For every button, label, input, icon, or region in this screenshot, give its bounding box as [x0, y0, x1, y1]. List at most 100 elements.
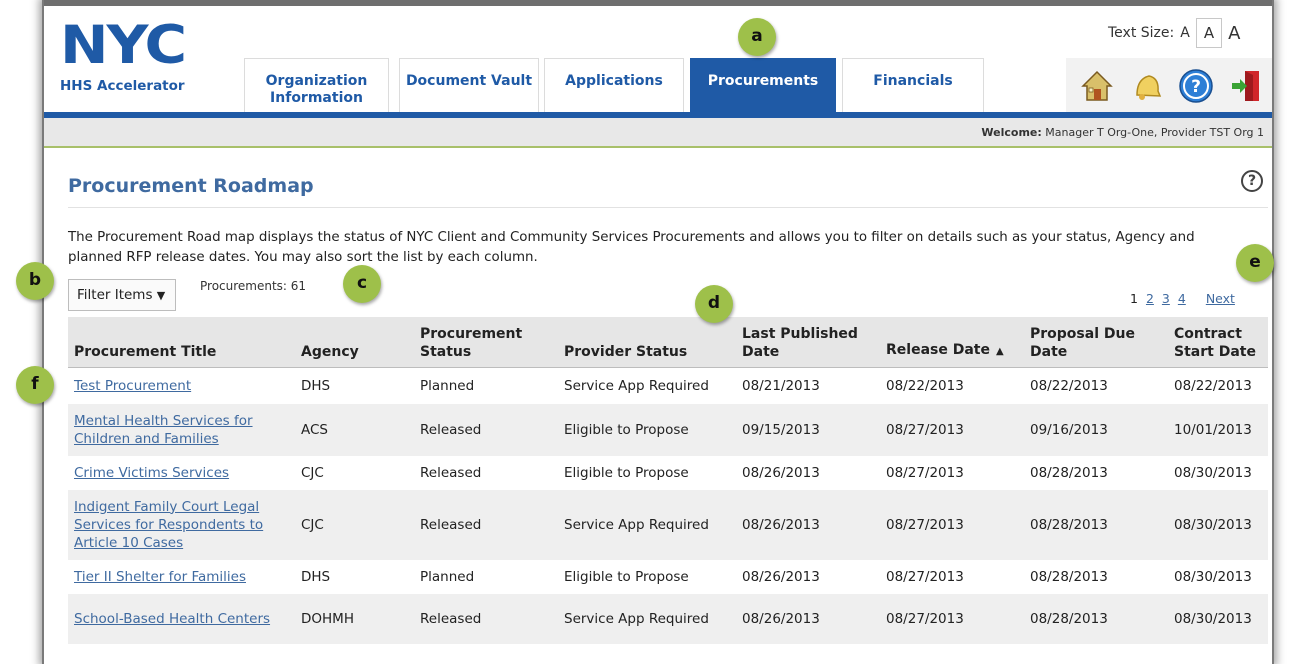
- cell-provider-status: Service App Required: [564, 377, 709, 394]
- cell-procurement-status: Released: [414, 593, 558, 644]
- cell-title: Test Procurement: [68, 368, 295, 404]
- cell-procurement-status: Planned: [420, 377, 475, 394]
- table-row: Mental Health Services for Children and …: [68, 403, 1268, 456]
- procurement-title-link[interactable]: School-Based Health Centers: [74, 611, 270, 627]
- cell-release-date: 08/27/2013: [880, 593, 1024, 644]
- cell-last-published: 09/15/2013: [736, 403, 880, 456]
- table-row: Indigent Family Court Legal Services for…: [68, 489, 1268, 560]
- table-header-row: Procurement Title Agency Procurement Sta…: [68, 317, 1268, 368]
- welcome-user: Manager T Org-One, Provider TST Org 1: [1045, 126, 1264, 139]
- next-page-link[interactable]: Next: [1206, 291, 1235, 306]
- procurement-title-link[interactable]: Mental Health Services for Children and …: [74, 413, 253, 447]
- cell-procurement-status: Released: [420, 464, 482, 481]
- cell-last-published: 08/26/2013: [736, 593, 880, 644]
- text-size-medium[interactable]: A: [1195, 18, 1223, 48]
- callout-f: f: [16, 366, 54, 404]
- cell-proposal-due: 08/22/2013: [1030, 377, 1108, 394]
- help-icon[interactable]: ?: [1176, 66, 1216, 106]
- page-link-4[interactable]: 4: [1178, 291, 1186, 306]
- welcome-label: Welcome:: [981, 126, 1042, 139]
- column-header-title[interactable]: Procurement Title: [68, 317, 295, 368]
- cell-provider-status: Eligible to Propose: [564, 568, 689, 585]
- cell-agency: CJC: [301, 464, 324, 481]
- cell-contract-start: 10/01/2013: [1168, 403, 1268, 456]
- cell-release-date: 08/27/2013: [886, 464, 964, 481]
- cell-proposal-due: 09/16/2013: [1024, 403, 1168, 456]
- cell-last-published: 08/21/2013: [742, 377, 820, 394]
- cell-last-published: 08/26/2013: [742, 464, 820, 481]
- cell-agency: CJC: [295, 489, 414, 560]
- procurement-title-link[interactable]: Tier II Shelter for Families: [74, 569, 246, 585]
- cell-proposal-due: 08/28/2013: [1030, 464, 1108, 481]
- page-title: Procurement Roadmap: [68, 175, 314, 197]
- cell-title: Crime Victims Services: [68, 456, 295, 490]
- cell-last-published: 08/26/2013: [742, 568, 820, 585]
- cell-proposal-due: 08/28/2013: [1024, 593, 1168, 644]
- callout-d: d: [695, 285, 733, 323]
- cell-provider-status: Eligible to Propose: [558, 403, 736, 456]
- cell-contract-start: 08/30/2013: [1168, 489, 1268, 560]
- sort-ascending-icon: ▲: [995, 346, 1004, 357]
- caret-down-icon: ▼: [156, 289, 166, 302]
- cell-procurement-status: Released: [414, 403, 558, 456]
- column-header-release-date[interactable]: Release Date ▲: [880, 317, 1024, 368]
- callout-b: b: [16, 262, 54, 300]
- page-help-icon[interactable]: ?: [1241, 170, 1263, 192]
- column-header-agency[interactable]: Agency: [295, 317, 414, 368]
- page-current: 1: [1130, 291, 1138, 306]
- logout-icon[interactable]: [1225, 66, 1265, 106]
- column-header-proposal-due[interactable]: Proposal Due Date: [1024, 317, 1168, 368]
- cell-title: Tier II Shelter for Families: [68, 560, 295, 594]
- cell-title: Mental Health Services for Children and …: [68, 403, 295, 456]
- logo-subtitle: HHS Accelerator: [60, 78, 185, 94]
- cell-contract-start: 08/30/2013: [1174, 568, 1252, 585]
- tab-procurements[interactable]: Procurements: [690, 58, 836, 113]
- cell-agency: ACS: [295, 403, 414, 456]
- notifications-bell-icon[interactable]: [1126, 66, 1166, 106]
- page-link-2[interactable]: 2: [1146, 291, 1154, 306]
- cell-agency: DOHMH: [295, 593, 414, 644]
- cell-title: Indigent Family Court Legal Services for…: [68, 489, 295, 560]
- cell-release-date: 08/27/2013: [886, 568, 964, 585]
- procurement-title-link[interactable]: Test Procurement: [74, 378, 191, 394]
- filter-items-label: Filter Items: [77, 287, 153, 303]
- column-header-contract-start[interactable]: Contract Start Date: [1168, 317, 1268, 368]
- cell-contract-start: 08/30/2013: [1174, 464, 1252, 481]
- column-header-provider-status[interactable]: Provider Status: [558, 317, 736, 368]
- logo-wordmark: NYC: [60, 14, 187, 76]
- app-window: NYC HHS Accelerator Text Size: A A A Org…: [42, 0, 1274, 664]
- filter-items-button[interactable]: Filter Items ▼: [68, 279, 176, 311]
- home-icon[interactable]: [1077, 66, 1117, 106]
- cell-release-date: 08/22/2013: [886, 377, 964, 394]
- text-size-small[interactable]: A: [1180, 25, 1190, 41]
- nyc-logo[interactable]: NYC HHS Accelerator: [60, 14, 218, 94]
- table-row: School-Based Health Centers DOHMH Releas…: [68, 593, 1268, 644]
- cell-release-date: 08/27/2013: [880, 403, 1024, 456]
- cell-procurement-status: Planned: [420, 568, 475, 585]
- table-row: Crime Victims Services CJC Released Elig…: [68, 456, 1268, 490]
- procurements-count: Procurements: 61: [200, 279, 307, 293]
- column-header-last-published[interactable]: Last Published Date: [736, 317, 880, 368]
- callout-e: e: [1236, 244, 1274, 282]
- cell-release-date: 08/27/2013: [880, 489, 1024, 560]
- column-header-procurement-status[interactable]: Procurement Status: [414, 317, 558, 368]
- cell-title: School-Based Health Centers: [68, 593, 295, 644]
- tab-organization-information[interactable]: Organization Information: [244, 58, 389, 113]
- text-size-large[interactable]: A: [1228, 23, 1240, 44]
- welcome-bar: Welcome: Manager T Org-One, Provider TST…: [44, 118, 1272, 148]
- cell-agency: DHS: [301, 377, 331, 394]
- tab-financials[interactable]: Financials: [842, 58, 984, 113]
- callout-a: a: [738, 18, 776, 56]
- procurement-title-link[interactable]: Indigent Family Court Legal Services for…: [74, 499, 263, 551]
- tab-document-vault[interactable]: Document Vault: [399, 58, 539, 113]
- cell-last-published: 08/26/2013: [736, 489, 880, 560]
- cell-proposal-due: 08/28/2013: [1024, 489, 1168, 560]
- text-size-control: Text Size: A A A: [1108, 18, 1240, 48]
- cell-provider-status: Eligible to Propose: [564, 464, 689, 481]
- cell-proposal-due: 08/28/2013: [1030, 568, 1108, 585]
- page-link-3[interactable]: 3: [1162, 291, 1170, 306]
- window-top-border: [44, 0, 1272, 6]
- procurement-table: Procurement Title Agency Procurement Sta…: [68, 317, 1268, 644]
- procurement-title-link[interactable]: Crime Victims Services: [74, 465, 229, 481]
- tab-applications[interactable]: Applications: [544, 58, 684, 113]
